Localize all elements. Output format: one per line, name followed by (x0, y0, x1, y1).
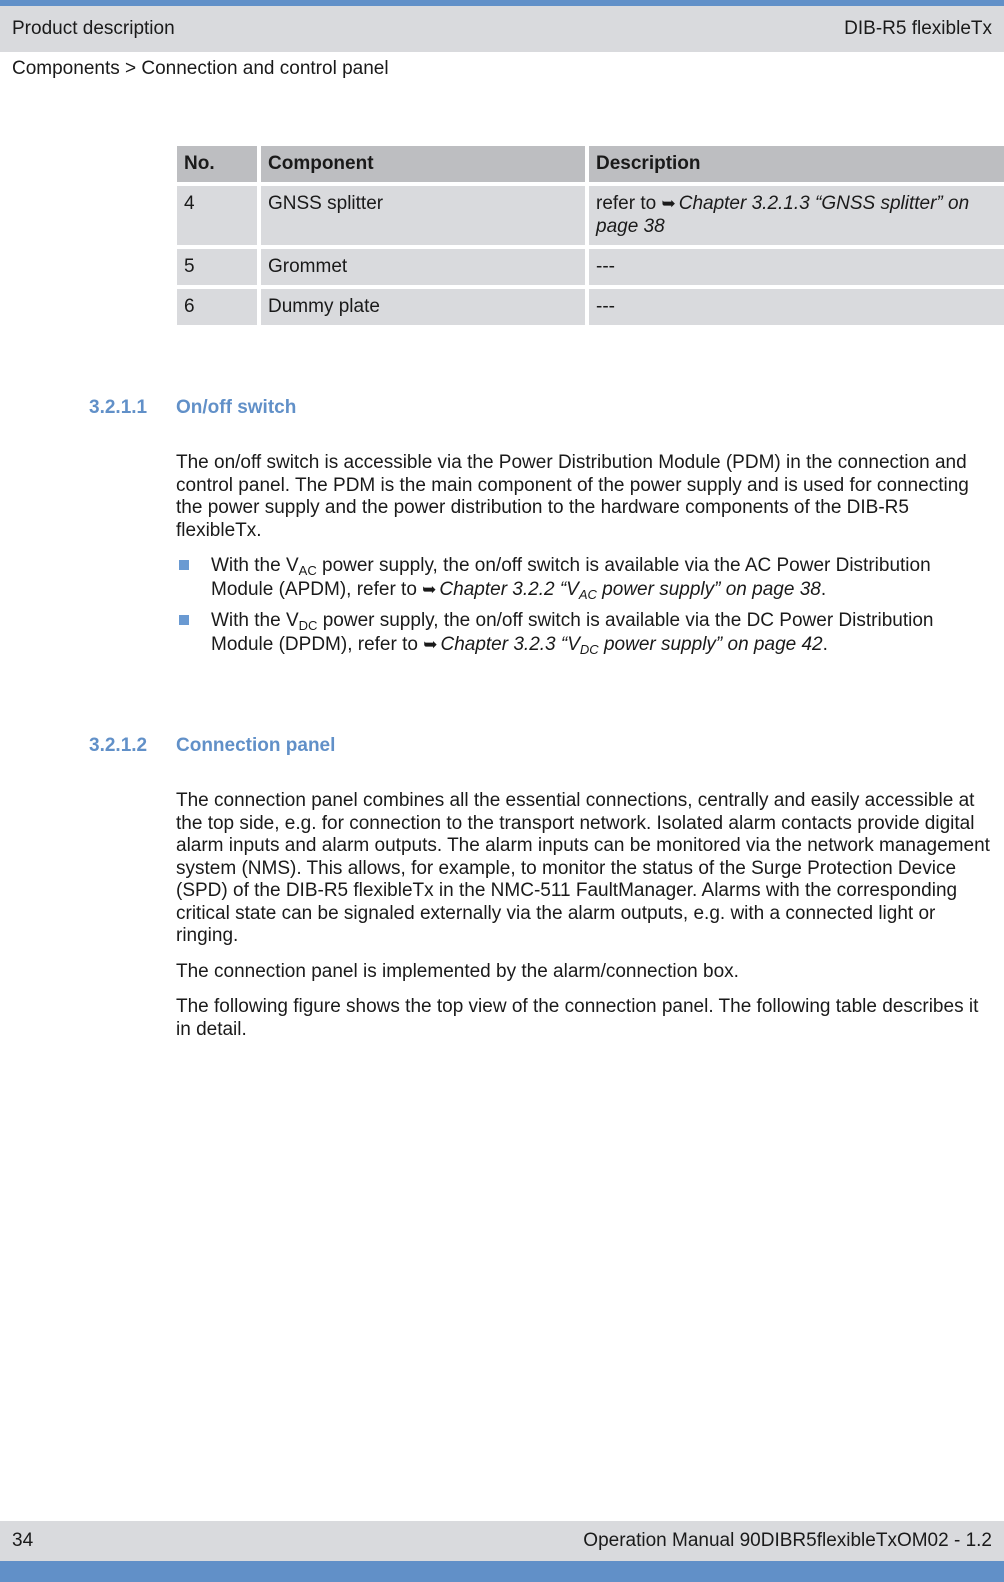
bullet-text: With the V (211, 555, 299, 576)
cross-reference-icon: ➥ (423, 635, 438, 654)
link-text: power supply” on page 42 (598, 634, 823, 655)
column-header-component: Component (261, 146, 589, 186)
section-title: On/off switch (176, 397, 297, 418)
column-header-description: Description (589, 146, 1004, 186)
section-paragraph: The connection panel combines all the es… (176, 790, 990, 946)
cell-component: GNSS splitter (261, 186, 589, 249)
bullet-list: With the VAC power supply, the on/off sw… (176, 554, 998, 664)
section-paragraph: The connection panel is implemented by t… (176, 961, 739, 982)
bullet-text: . (820, 579, 827, 600)
document-id: Operation Manual 90DIBR5flexibleTxOM02 -… (583, 1530, 992, 1551)
cell-component: Grommet (261, 249, 589, 289)
section-number: 3.2.1.1 (89, 397, 148, 418)
cell-description: refer to ➥ Chapter 3.2.1.3 “GNSS splitter… (589, 186, 1004, 249)
description-prefix: refer to (596, 193, 662, 214)
cell-no: 5 (177, 249, 261, 289)
table-row: 6 Dummy plate --- (177, 289, 1004, 329)
bullet-square-icon (179, 560, 189, 570)
subscript: AC (578, 587, 597, 602)
subscript: AC (298, 563, 317, 578)
cross-reference-icon: ➥ (661, 194, 676, 213)
bullet-text: . (822, 634, 828, 655)
page-number: 34 (12, 1530, 34, 1551)
table-row: 5 Grommet --- (177, 249, 1004, 289)
header-product-name: DIB-R5 flexibleTx (844, 18, 992, 39)
subscript: DC (298, 618, 318, 633)
footer-accent-bar (0, 1561, 1004, 1582)
section-number: 3.2.1.2 (89, 735, 148, 756)
list-item: With the VAC power supply, the on/off sw… (176, 554, 998, 602)
breadcrumb: Components > Connection and control pane… (12, 58, 389, 79)
link-text: power supply” on page 38 (596, 579, 821, 600)
section-paragraph: The on/off switch is accessible via the … (176, 452, 969, 541)
components-table: No. Component Description 4 GNSS splitte… (177, 146, 1004, 329)
page-footer: 34 Operation Manual 90DIBR5flexibleTxOM0… (0, 1521, 1004, 1561)
cross-reference-icon: ➥ (422, 580, 437, 599)
cell-no: 4 (177, 186, 261, 249)
cell-no: 6 (177, 289, 261, 329)
list-item: With the VDC power supply, the on/off sw… (176, 609, 998, 657)
header-section-title: Product description (12, 18, 175, 39)
cell-description: --- (589, 289, 1004, 329)
link-text: Chapter 3.2.3 “V (440, 634, 580, 655)
cross-reference-link[interactable]: Chapter 3.2.3 “VDC power supply” on page… (440, 634, 823, 657)
table-header-row: No. Component Description (177, 146, 1004, 186)
table-row: 4 GNSS splitter refer to ➥ Chapter 3.2.1.… (177, 186, 1004, 249)
cell-description: --- (589, 249, 1004, 289)
section-title: Connection panel (176, 735, 336, 756)
cell-component: Dummy plate (261, 289, 589, 329)
column-header-no: No. (177, 146, 261, 186)
page-header: Product description DIB-R5 flexibleTx (0, 6, 1004, 52)
bullet-text: With the V (211, 610, 299, 631)
bullet-square-icon (179, 615, 189, 625)
cross-reference-link[interactable]: Chapter 3.2.2 “VAC power supply” on page… (439, 579, 821, 602)
link-text: Chapter 3.2.2 “V (439, 579, 579, 600)
subscript: DC (579, 642, 599, 657)
section-paragraph: The following figure shows the top view … (176, 996, 979, 1040)
